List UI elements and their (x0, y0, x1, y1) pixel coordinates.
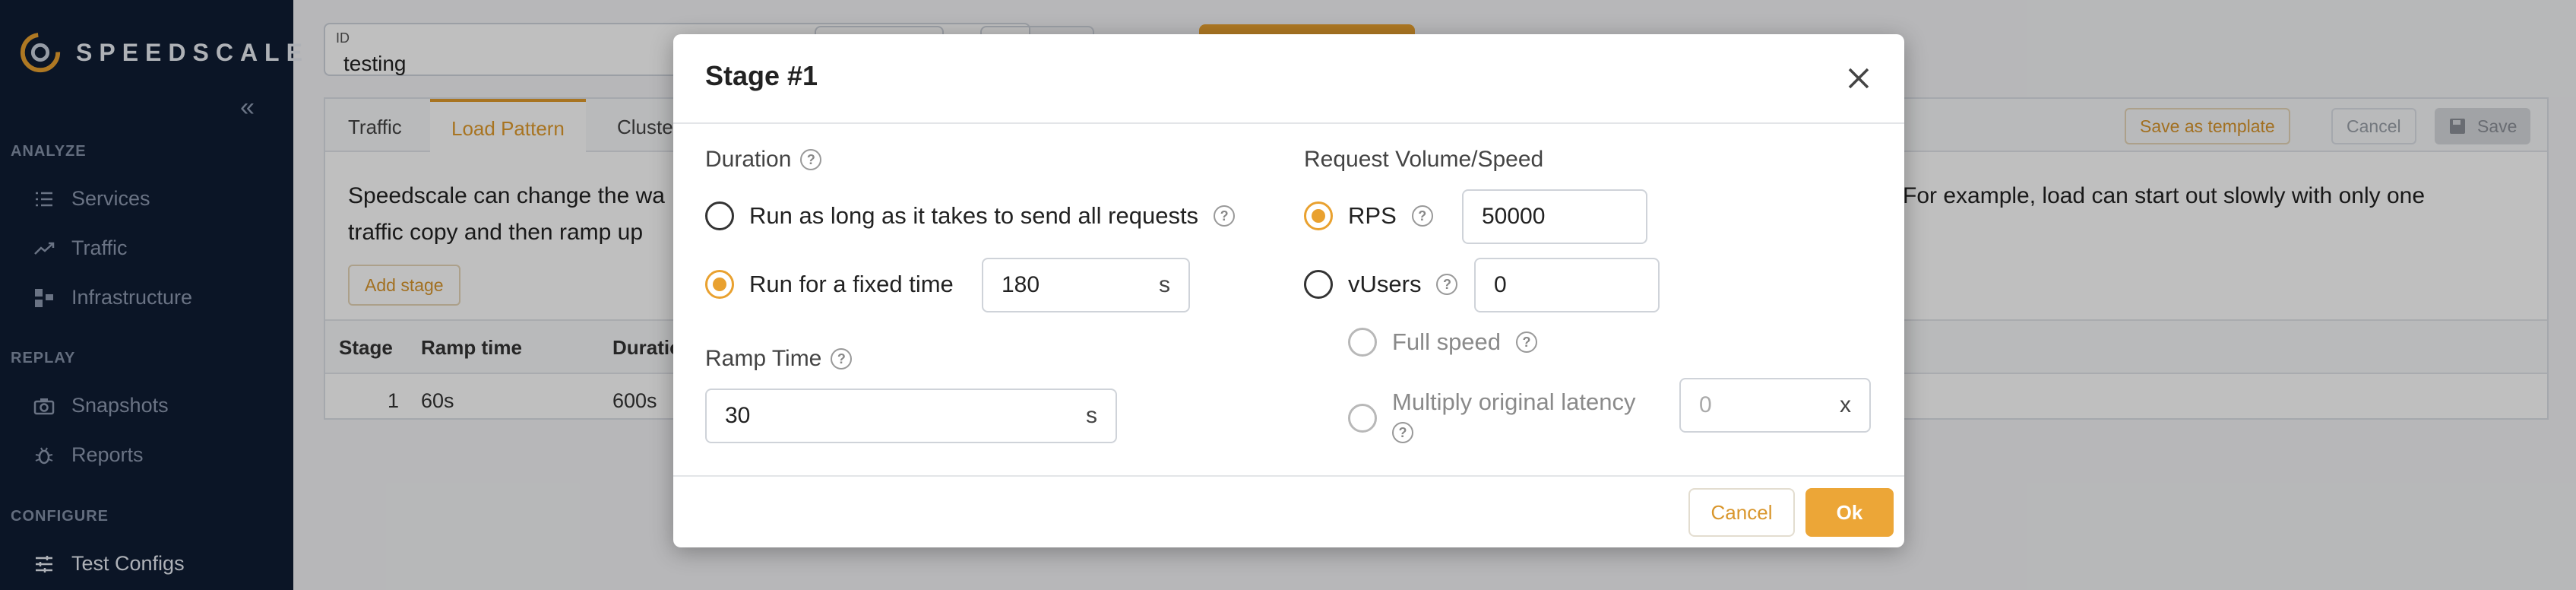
request-volume-label-text: Request Volume/Speed (1304, 147, 1544, 172)
ok-button[interactable]: Ok (1805, 488, 1894, 537)
ramp-time-input[interactable]: 30 s (705, 389, 1117, 443)
dialog-header-divider (673, 122, 1904, 124)
help-icon[interactable]: ? (1214, 205, 1236, 227)
radio-label: Run as long as it takes to send all requ… (749, 202, 1199, 229)
speed-option-full[interactable]: Full speed ? (1348, 328, 1538, 357)
radio-full-speed[interactable] (1348, 328, 1377, 357)
rps-value: 50000 (1482, 204, 1546, 229)
radio-label: Full speed (1392, 328, 1502, 355)
volume-option-rps[interactable]: RPS ? (1304, 201, 1433, 230)
dialog-footer-divider (673, 475, 1904, 477)
radio-label: vUsers (1348, 271, 1422, 297)
radio-multiply-latency[interactable] (1348, 404, 1377, 433)
ramp-time-value: 30 (725, 403, 751, 428)
volume-option-vusers[interactable]: vUsers ? (1304, 270, 1458, 299)
duration-label-text: Duration (705, 147, 792, 172)
speed-option-multiply[interactable]: Multiply original latency ? (1348, 389, 1635, 443)
radio-label: RPS (1348, 202, 1397, 229)
request-volume-label: Request Volume/Speed (1304, 147, 1543, 173)
duration-option-fixed[interactable]: Run for a fixed time (705, 270, 954, 299)
radio-run-all[interactable] (705, 201, 734, 230)
ramp-time-label: Ramp Time ? (705, 346, 853, 372)
stage-dialog: Stage #1 Duration ? Run as long as it ta… (673, 34, 1904, 547)
radio-vusers[interactable] (1304, 270, 1333, 299)
help-icon[interactable]: ? (1411, 205, 1433, 227)
duration-label: Duration ? (705, 147, 822, 173)
radio-rps[interactable] (1304, 201, 1333, 230)
vusers-value: 0 (1494, 272, 1507, 297)
radio-run-fixed[interactable] (705, 270, 734, 299)
vusers-input[interactable]: 0 (1474, 258, 1660, 312)
help-icon[interactable]: ? (800, 149, 822, 170)
multiply-label-group: Multiply original latency ? (1392, 389, 1635, 443)
duration-option-all[interactable]: Run as long as it takes to send all requ… (705, 201, 1236, 230)
ramp-time-label-text: Ramp Time (705, 346, 822, 371)
radio-label: Multiply original latency (1392, 389, 1636, 415)
ramp-time-unit: s (1086, 403, 1097, 428)
help-icon[interactable]: ? (1516, 331, 1538, 353)
fixed-time-unit: s (1159, 272, 1170, 297)
fixed-time-input[interactable]: 180 s (982, 258, 1190, 312)
fixed-time-value: 180 (1002, 272, 1040, 297)
help-icon[interactable]: ? (1436, 274, 1458, 295)
help-icon[interactable]: ? (1392, 422, 1413, 443)
rps-input[interactable]: 50000 (1462, 189, 1647, 244)
cancel-button[interactable]: Cancel (1688, 488, 1795, 537)
help-icon[interactable]: ? (831, 348, 853, 370)
close-icon[interactable] (1845, 65, 1872, 92)
multiply-value: 0 (1699, 392, 1712, 417)
multiply-latency-input[interactable]: 0 x (1679, 378, 1871, 433)
multiply-unit: x (1840, 392, 1851, 417)
dialog-title: Stage #1 (705, 60, 818, 91)
radio-label: Run for a fixed time (749, 271, 954, 297)
